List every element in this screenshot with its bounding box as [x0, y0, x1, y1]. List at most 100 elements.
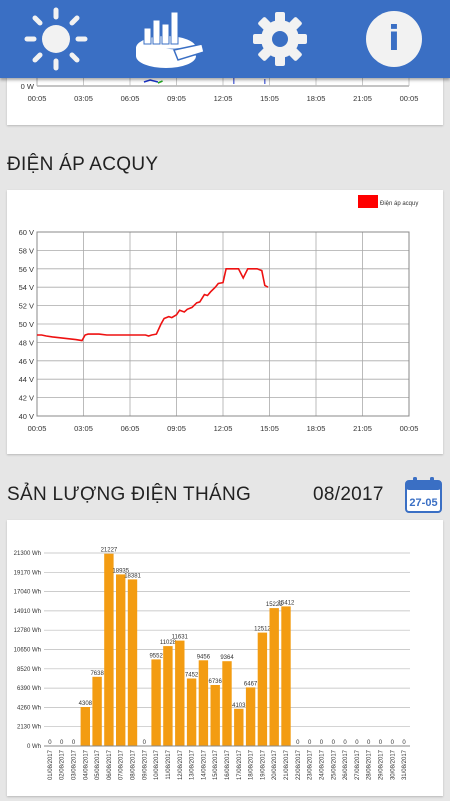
battery-y-tick-label: 58 V: [19, 246, 34, 255]
monthly-x-tick-label: 08/08/2017: [131, 749, 137, 780]
monthly-x-tick-label: 07/08/2017: [119, 749, 125, 780]
monthly-bar: [257, 632, 268, 746]
power-x-tick-label: 06:05: [121, 94, 140, 103]
monthly-y-tick-label: 21300 Wh: [14, 551, 41, 557]
calendar-button[interactable]: 27-05: [405, 476, 442, 513]
power-x-tick-label: 21:05: [353, 94, 372, 103]
monthly-x-tick-label: 24/08/2017: [319, 749, 325, 780]
battery-y-tick-label: 46 V: [19, 357, 34, 366]
monthly-y-tick-label: 6390 Wh: [17, 686, 41, 692]
monthly-bar-value-label: 7638: [90, 671, 104, 677]
power-x-tick-label: 09:05: [167, 94, 186, 103]
monthly-x-tick-label: 29/08/2017: [378, 749, 384, 780]
battery-voltage-chart: 40 V 42 V 44 V 46 V 48 V 50 V 52 V 54 V 56 V 58 V…: [19, 195, 419, 433]
monthly-bar-value-label: 11028: [160, 640, 177, 646]
monthly-x-tick-label: 21/08/2017: [284, 749, 290, 780]
monthly-x-tick-label: 03/08/2017: [72, 749, 78, 780]
tab-settings[interactable]: [224, 0, 336, 78]
monthly-x-tick-label: 10/08/2017: [154, 749, 160, 780]
monthly-y-tick-label: 4260 Wh: [17, 705, 41, 711]
monthly-y-tick-label: 2130 Wh: [17, 725, 41, 731]
calendar-icon: 27-05: [405, 477, 442, 513]
monthly-production-chart: 0 Wh 2130 Wh 4260 Wh 6390 Wh 8520 Wh 10650 Wh…: [14, 548, 410, 780]
power-x-tick-label: 00:05: [400, 94, 419, 103]
monthly-bar-value-label: 0: [402, 740, 406, 746]
monthly-x-tick-label: 28/08/2017: [367, 749, 373, 780]
monthly-bar: [80, 707, 90, 746]
monthly-bar-value-label: 0: [332, 740, 336, 746]
battery-y-tick-label: 60 V: [19, 228, 34, 237]
monthly-x-tick-label: 26/08/2017: [343, 749, 349, 780]
month-value: 08/2017: [313, 484, 384, 505]
monthly-x-tick-label: 18/08/2017: [249, 749, 255, 780]
monthly-bar: [163, 646, 173, 746]
monthly-x-tick-label: 17/08/2017: [237, 749, 243, 780]
battery-voltage-series-line: [37, 268, 269, 342]
battery-legend-label: Điện áp acquy: [380, 201, 418, 207]
monthly-section-title: SẢN LƯỢNG ĐIỆN THÁNG: [7, 484, 252, 505]
monthly-bar: [245, 687, 256, 746]
monthly-x-tick-label: 12/08/2017: [178, 749, 184, 780]
monthly-x-tick-label: 20/08/2017: [272, 749, 278, 780]
power-y-tick-label: 0 W: [21, 82, 35, 91]
monthly-x-tick-label: 25/08/2017: [331, 749, 337, 780]
monthly-x-tick-label: 31/08/2017: [402, 749, 408, 780]
tab-stats[interactable]: [112, 0, 224, 78]
monthly-bar: [198, 660, 209, 746]
monthly-x-tick-label: 13/08/2017: [190, 749, 196, 780]
power-x-tick-label: 18:05: [307, 94, 326, 103]
monthly-x-tick-label: 19/08/2017: [260, 749, 266, 780]
monthly-bar-value-label: 15412: [278, 600, 295, 606]
monthly-bar-value-label: 0: [391, 740, 395, 746]
battery-y-tick-label: 40 V: [19, 412, 34, 421]
power-x-tick-label: 00:05: [28, 94, 47, 103]
svg-text:27-05: 27-05: [409, 497, 437, 509]
monthly-y-tick-label: 17040 Wh: [14, 590, 41, 596]
battery-y-tick-label: 50 V: [19, 320, 34, 329]
battery-x-tick-label: 09:05: [167, 424, 186, 433]
monthly-bar-value-label: 18381: [124, 573, 141, 579]
tab-info[interactable]: i: [338, 0, 450, 78]
top-nav-bar: i: [0, 0, 450, 78]
monthly-x-tick-label: 04/08/2017: [83, 749, 89, 780]
monthly-bar-value-label: 0: [143, 740, 147, 746]
monthly-bar-value-label: 4103: [232, 703, 246, 709]
monthly-y-tick-label: 14910 Wh: [14, 609, 41, 615]
battery-y-tick-label: 54 V: [19, 283, 34, 292]
monthly-bar-value-label: 6467: [244, 681, 258, 687]
battery-x-tick-label: 15:05: [260, 424, 279, 433]
gear-icon: [253, 12, 307, 66]
battery-x-tick-label: 12:05: [214, 424, 233, 433]
battery-x-tick-label: 06:05: [121, 424, 140, 433]
monthly-bar-value-label: 0: [296, 740, 300, 746]
monthly-bar: [127, 579, 138, 746]
battery-y-tick-label: 44 V: [19, 375, 34, 384]
sun-icon: [24, 7, 88, 71]
battery-x-tick-label: 18:05: [307, 424, 326, 433]
monthly-x-tick-label: 02/08/2017: [60, 749, 66, 780]
battery-y-tick-label: 48 V: [19, 338, 34, 347]
monthly-y-tick-label: 10650 Wh: [14, 648, 41, 654]
monthly-bar-value-label: 0: [355, 740, 359, 746]
battery-x-tick-label: 00:05: [400, 424, 419, 433]
monthly-x-tick-label: 05/08/2017: [95, 749, 101, 780]
power-line-segment: [157, 80, 163, 84]
monthly-bar: [234, 708, 244, 746]
monthly-bar: [281, 606, 291, 746]
monthly-x-tick-label: 16/08/2017: [225, 749, 231, 780]
monthly-chart-card: 0 Wh 2130 Wh 4260 Wh 6390 Wh 8520 Wh 10650 Wh…: [7, 520, 443, 796]
monthly-bar-value-label: 0: [308, 740, 312, 746]
monthly-bar: [222, 661, 232, 746]
battery-chart-card: 40 V 42 V 44 V 46 V 48 V 50 V 52 V 54 V 56 V 58 V…: [7, 190, 443, 454]
power-x-tick-label: 12:05: [214, 94, 233, 103]
tab-sun[interactable]: [0, 0, 112, 78]
monthly-bar-value-label: 4308: [79, 701, 93, 707]
monthly-x-tick-label: 23/08/2017: [308, 749, 314, 780]
monthly-x-tick-label: 15/08/2017: [213, 749, 219, 780]
monthly-bar-value-label: 0: [367, 740, 371, 746]
monthly-x-tick-label: 09/08/2017: [142, 749, 148, 780]
battery-x-tick-label: 03:05: [74, 424, 93, 433]
power-x-tick-label: 03:05: [74, 94, 93, 103]
monthly-x-tick-label: 11/08/2017: [166, 749, 172, 779]
battery-x-tick-label: 21:05: [353, 424, 372, 433]
